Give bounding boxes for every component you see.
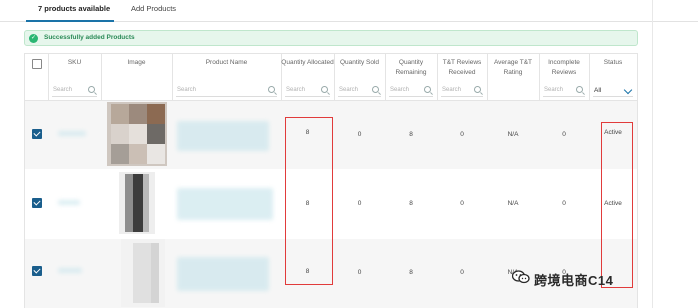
search-icon	[576, 86, 583, 93]
product-thumbnail[interactable]	[107, 102, 167, 166]
row-checkbox[interactable]	[32, 129, 42, 139]
quantity-allocated-search-input[interactable]: Search	[285, 85, 330, 97]
quantity-allocated-highlight	[285, 117, 333, 285]
quantity-sold-value: 0	[357, 131, 362, 138]
average-rating-value: N/A	[507, 131, 519, 138]
sku-search-input[interactable]: Search	[52, 85, 97, 97]
chevron-down-icon	[623, 85, 633, 95]
quantity-sold-value: 0	[357, 200, 362, 207]
quantity-remaining-value: 8	[409, 200, 413, 207]
search-icon	[424, 86, 431, 93]
status-highlight	[601, 122, 633, 288]
column-header-product-name[interactable]: Product Name	[172, 58, 281, 68]
active-tab-indicator	[26, 20, 114, 22]
search-icon	[268, 86, 275, 93]
column-header-sku[interactable]: SKU	[48, 58, 101, 68]
search-icon	[474, 86, 481, 93]
search-icon	[321, 86, 328, 93]
sku-value-redacted	[58, 131, 86, 136]
column-header-reviews-received[interactable]: T&T Reviews Received	[437, 58, 487, 78]
reviews-received-value: 0	[460, 200, 464, 207]
column-header-average-rating[interactable]: Average T&T Rating	[487, 58, 539, 78]
tab-add-products[interactable]: Add Products	[131, 4, 176, 13]
column-header-quantity-allocated[interactable]: Quantity Allocated	[281, 58, 334, 68]
reviews-received-search-input[interactable]: Search	[441, 85, 483, 97]
quantity-remaining-value: 8	[409, 131, 413, 138]
product-name-redacted	[177, 121, 269, 151]
row-checkbox[interactable]	[32, 266, 42, 276]
watermark: 跨境电商C14	[512, 266, 698, 290]
sku-value-redacted	[58, 268, 82, 273]
incomplete-reviews-value: 0	[562, 200, 566, 207]
row-checkbox[interactable]	[32, 198, 42, 208]
average-rating-value: N/A	[507, 200, 519, 207]
product-thumbnail[interactable]	[121, 239, 165, 307]
alert-message: Successfully added Products	[44, 34, 135, 41]
reviews-received-value: 0	[460, 269, 464, 276]
watermark-text: 跨境电商C14	[534, 273, 614, 288]
sku-value-redacted	[58, 200, 80, 205]
tab-products-available[interactable]: 7 products available	[38, 4, 110, 13]
quantity-remaining-search-input[interactable]: Search	[389, 85, 433, 97]
column-header-quantity-sold[interactable]: Quantity Sold	[334, 58, 385, 68]
wechat-logo-icon	[512, 270, 530, 284]
search-icon	[372, 86, 379, 93]
product-name-search-input[interactable]: Search	[176, 85, 277, 97]
status-filter-select[interactable]: All	[593, 85, 633, 97]
tab-bar: 7 products available Add Products	[0, 0, 698, 22]
quantity-sold-value: 0	[357, 269, 362, 276]
column-header-status[interactable]: Status	[589, 58, 637, 68]
product-name-redacted	[177, 188, 273, 220]
column-header-image: Image	[127, 59, 146, 66]
quantity-remaining-value: 8	[409, 269, 413, 276]
incomplete-reviews-value: 0	[562, 131, 566, 138]
quantity-sold-search-input[interactable]: Search	[338, 85, 381, 97]
search-icon	[88, 86, 95, 93]
reviews-received-value: 0	[460, 131, 464, 138]
incomplete-reviews-search-input[interactable]: Search	[543, 85, 585, 97]
column-header-incomplete-reviews[interactable]: Incomplete Reviews	[539, 58, 589, 78]
content-edge-divider	[652, 0, 653, 308]
product-name-redacted	[177, 257, 269, 291]
product-thumbnail[interactable]	[119, 172, 155, 234]
check-circle-icon: ✓	[29, 34, 38, 43]
success-alert: ✓ Successfully added Products	[24, 30, 638, 46]
select-all-checkbox[interactable]	[32, 59, 42, 69]
column-header-quantity-remaining[interactable]: Quantity Remaining	[385, 58, 437, 78]
